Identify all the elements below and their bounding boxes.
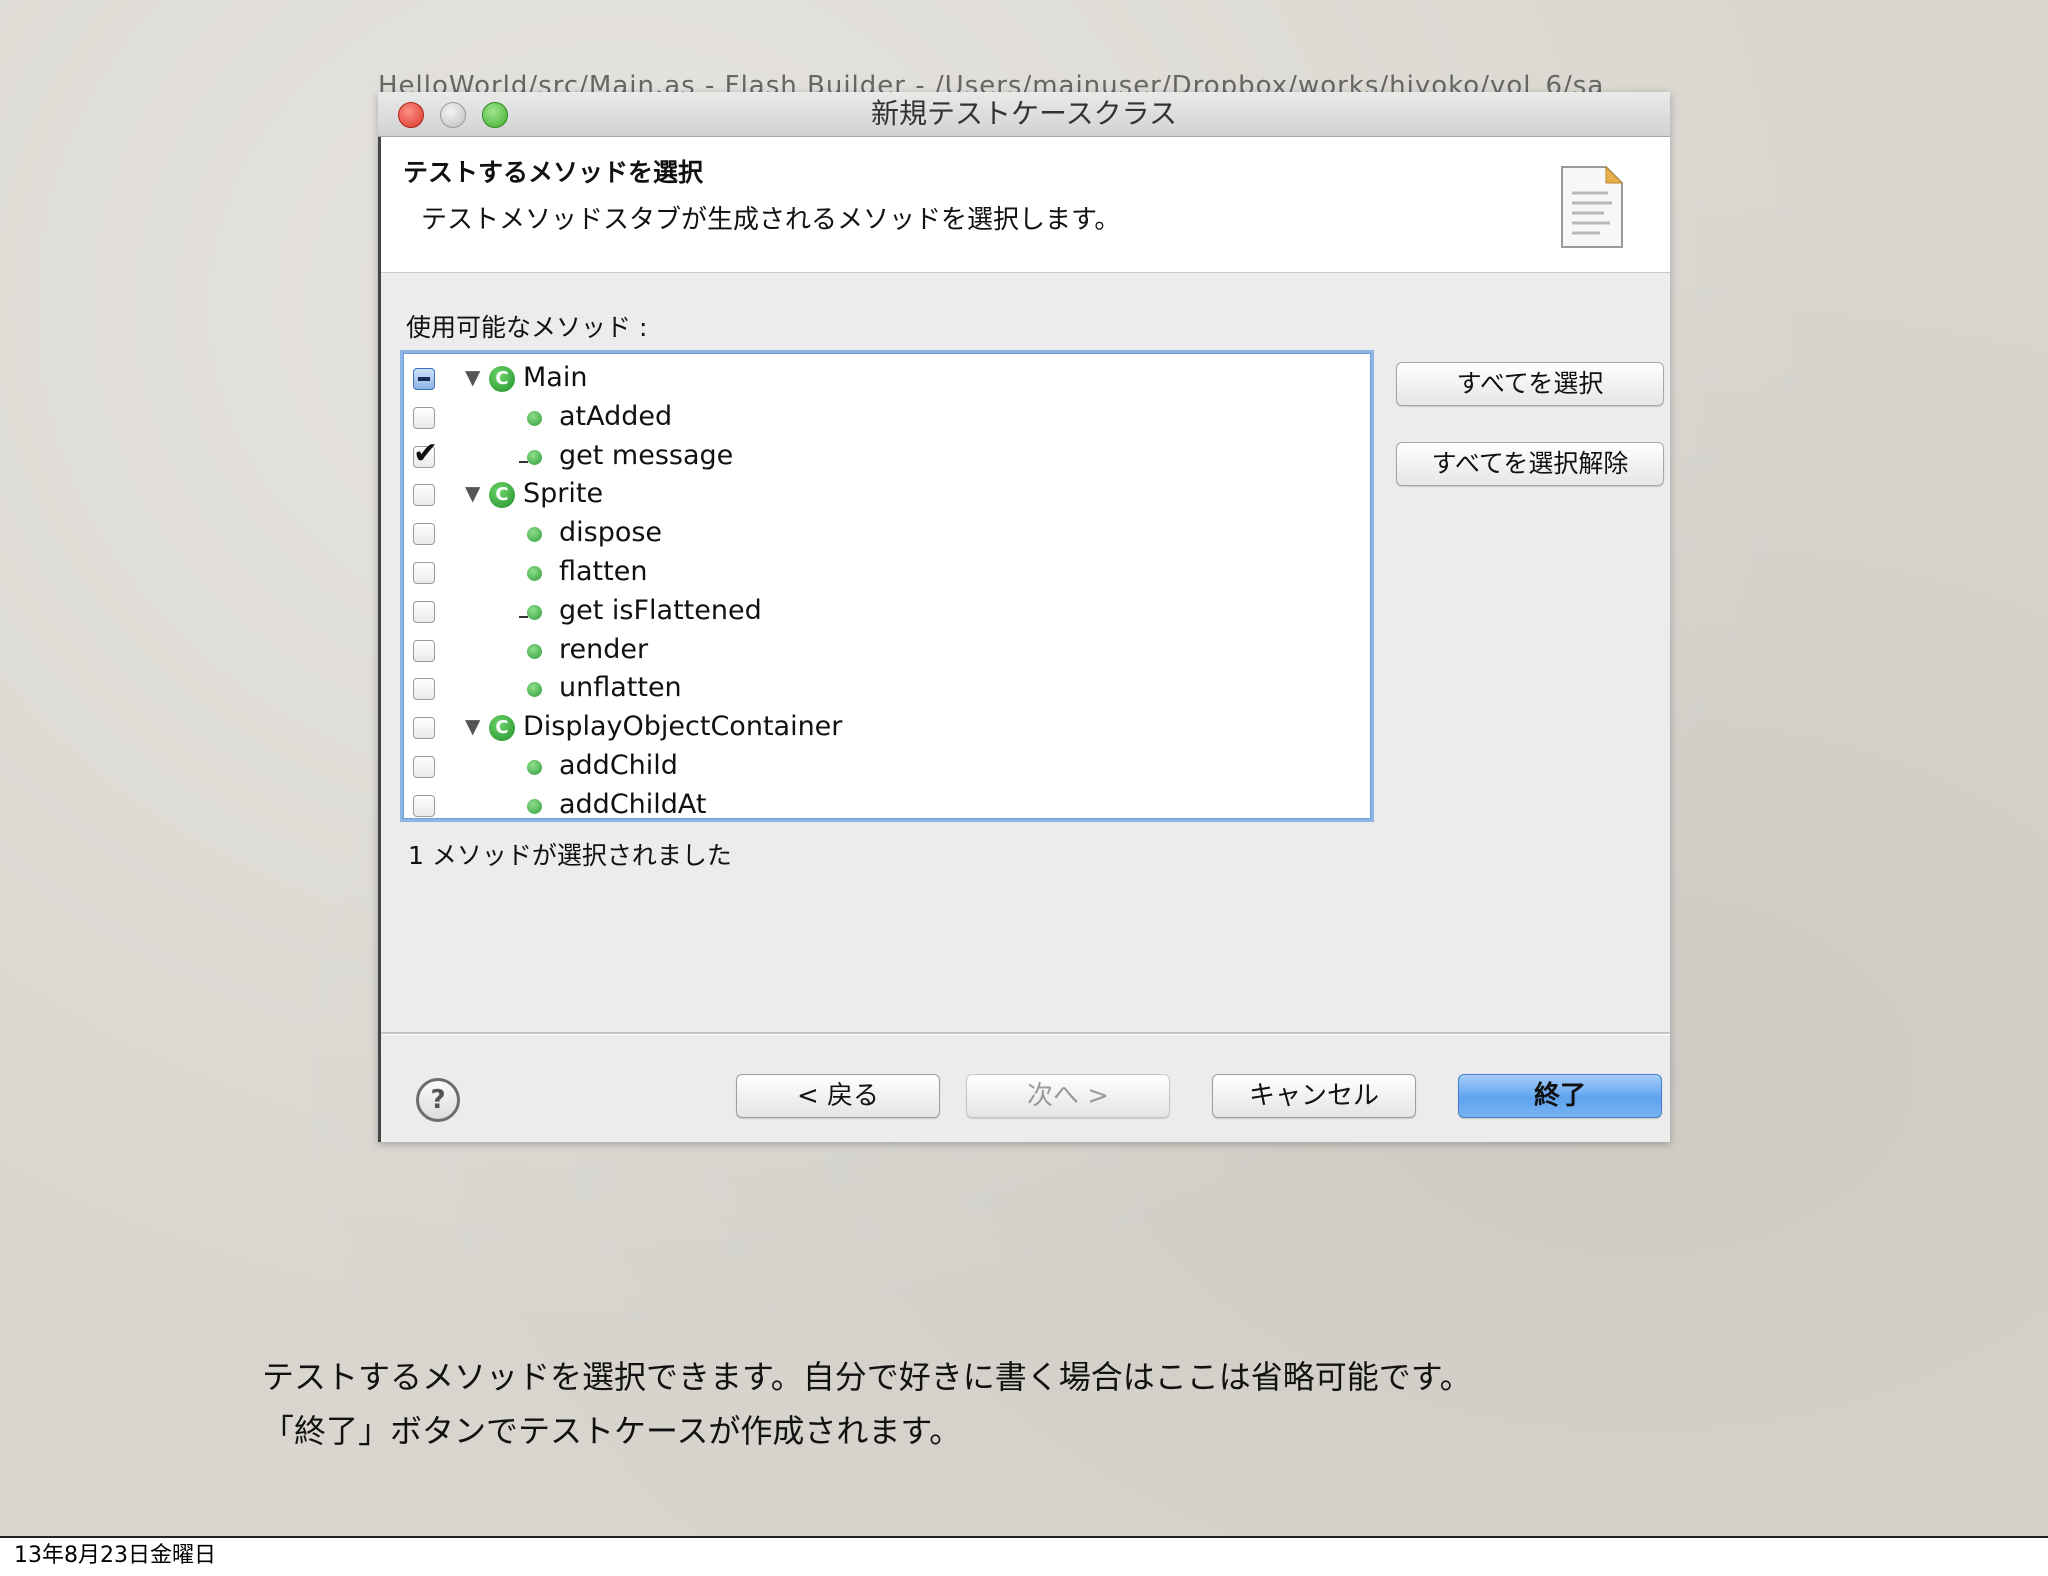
document-icon	[1561, 165, 1624, 248]
tree-method-row[interactable]: ✔ get message	[403, 435, 1363, 475]
method-checkbox[interactable]	[413, 523, 435, 546]
window-edge	[378, 137, 381, 1142]
slide-caption: テストするメソッドを選択できます。自分で好きに書く場合はここは省略可能です。 「…	[262, 1350, 1472, 1458]
finish-button[interactable]: 終了	[1458, 1074, 1662, 1118]
method-checkbox[interactable]	[413, 794, 435, 817]
method-label: get message	[559, 439, 734, 471]
class-label: Main	[523, 362, 588, 393]
class-label: DisplayObjectContainer	[523, 711, 843, 743]
public-method-icon	[527, 682, 542, 698]
new-test-case-dialog: 新規テストケースクラス テストするメソッドを選択 テストメソッドスタブが生成され…	[378, 92, 1670, 1142]
method-checkbox[interactable]	[413, 562, 435, 584]
tree-method-row[interactable]: render	[403, 631, 1363, 669]
method-label: addChild	[559, 750, 678, 781]
class-label: Sprite	[523, 478, 604, 510]
caption-line-2: 「終了」ボタンでテストケースが作成されます。	[262, 1412, 962, 1450]
public-method-icon	[527, 798, 542, 814]
selection-status: 1 メソッドが選択されました	[408, 841, 732, 870]
footer-bar	[0, 1538, 2048, 1576]
public-method-icon	[527, 449, 542, 465]
select-all-button[interactable]: すべてを選択	[1396, 362, 1664, 406]
background-window-title: HelloWorld/src/Main.as - Flash Builder -…	[378, 71, 1605, 92]
tree-class-row[interactable]: ▼ C DisplayObjectContainer	[403, 708, 1363, 746]
method-checkbox[interactable]	[413, 484, 435, 507]
expand-triangle-icon[interactable]: ▼	[465, 714, 480, 738]
tree-class-row[interactable]: ▼ C Sprite	[403, 475, 1363, 513]
method-checkbox[interactable]	[413, 368, 435, 390]
method-label: unflatten	[559, 672, 682, 704]
caption-line-1: テストするメソッドを選択できます。自分で好きに書く場合はここは省略可能です。	[262, 1358, 1472, 1396]
dialog-title: 新規テストケースクラス	[870, 97, 1178, 130]
public-method-icon	[527, 604, 542, 620]
footer-separator	[381, 1032, 1670, 1035]
tree-method-row[interactable]: addChild	[403, 747, 1363, 785]
tree-method-row[interactable]: addChildAt	[403, 786, 1363, 824]
public-method-icon	[527, 566, 542, 581]
public-method-icon	[527, 527, 542, 543]
public-method-icon	[527, 643, 542, 659]
tree-method-row[interactable]: flatten	[403, 553, 1363, 591]
footer-date: 13年8月23日金曜日	[14, 1543, 216, 1568]
method-label: atAdded	[559, 400, 673, 432]
class-icon: C	[489, 366, 515, 392]
method-checkbox[interactable]	[413, 600, 435, 623]
dialog-titlebar: 新規テストケースクラス	[378, 92, 1670, 137]
tree-method-row[interactable]: unflatten	[403, 669, 1363, 707]
tree-class-row[interactable]: ▼ C Main	[403, 359, 1363, 397]
deselect-all-button[interactable]: すべてを選択解除	[1396, 442, 1664, 486]
class-icon: C	[489, 482, 515, 509]
method-tree[interactable]: ▼ C Main atAdded ✔ get message ▼ C Sprite dispose…	[400, 350, 1374, 822]
expand-triangle-icon[interactable]: ▼	[465, 365, 480, 389]
back-button[interactable]: < 戻る	[736, 1074, 940, 1118]
method-label: addChildAt	[559, 788, 707, 820]
method-label: flatten	[559, 556, 648, 587]
header-description: テストメソッドスタブが生成されるメソッドを選択します。	[421, 205, 1121, 235]
checkmark-icon: ✔	[413, 435, 439, 471]
header-title: テストするメソッドを選択	[403, 158, 704, 187]
available-methods-label: 使用可能なメソッド :	[406, 313, 648, 342]
tree-method-row[interactable]: get isFlattened	[403, 592, 1363, 630]
method-label: get isFlattened	[559, 594, 762, 626]
tree-method-row[interactable]: atAdded	[403, 398, 1363, 436]
next-button[interactable]: 次へ >	[966, 1074, 1170, 1118]
method-checkbox[interactable]	[413, 639, 435, 662]
method-checkbox[interactable]	[413, 678, 435, 701]
method-checkbox[interactable]	[413, 406, 435, 429]
expand-triangle-icon[interactable]: ▼	[465, 481, 480, 505]
cancel-button[interactable]: キャンセル	[1212, 1074, 1416, 1118]
method-label: dispose	[559, 517, 663, 549]
help-icon[interactable]: ?	[416, 1078, 460, 1122]
tree-method-row[interactable]: dispose	[403, 514, 1363, 552]
dialog-header: テストするメソッドを選択 テストメソッドスタブが生成されるメソッドを選択します。	[381, 137, 1670, 273]
method-checkbox[interactable]	[413, 756, 435, 778]
method-label: render	[559, 633, 649, 665]
method-checkbox[interactable]	[413, 717, 435, 740]
public-method-icon	[527, 760, 542, 775]
class-icon: C	[489, 715, 515, 742]
public-method-icon	[527, 410, 542, 426]
